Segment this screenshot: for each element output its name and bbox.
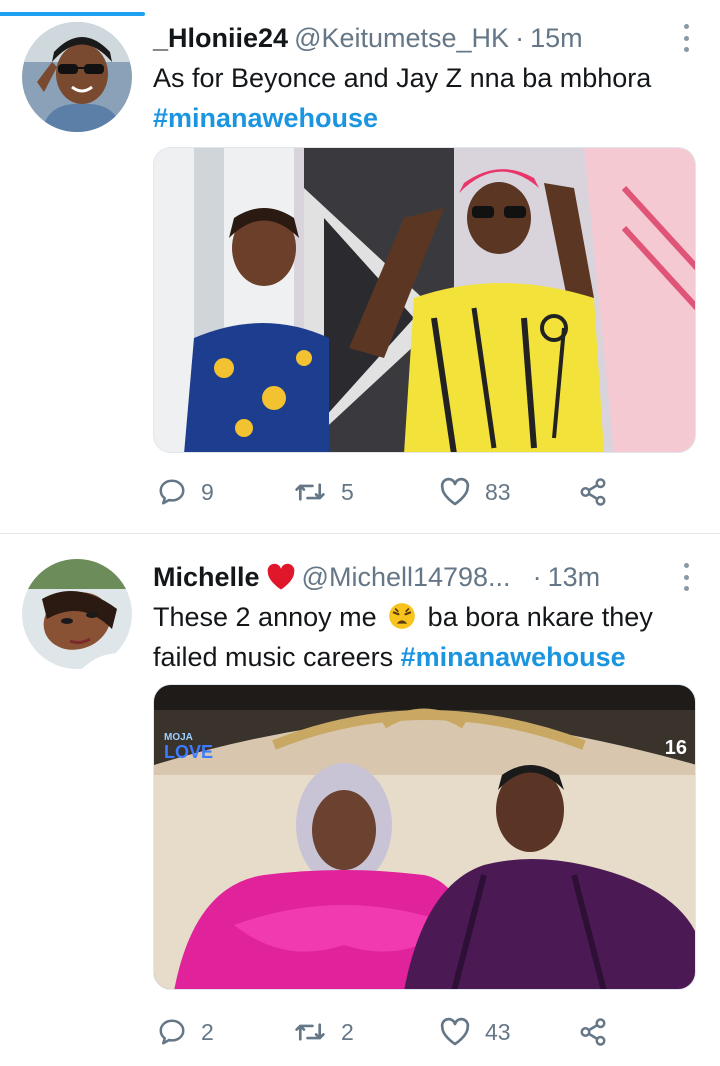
reply-button[interactable]: 2 xyxy=(157,1017,214,1047)
tweet[interactable]: _Hloniie24 @Keitumetse_HK · 15m As for B… xyxy=(0,0,720,534)
channel-logo: MOJA LOVE xyxy=(164,733,214,762)
like-count: 43 xyxy=(485,1018,511,1045)
tweet-actions: 9 5 83 xyxy=(153,472,633,512)
weary-face-icon xyxy=(389,603,415,629)
separator-dot: · xyxy=(515,22,525,53)
tweet-actions: 2 2 43 xyxy=(153,1012,633,1052)
age-rating-badge: 16 xyxy=(664,737,687,759)
reply-button[interactable]: 9 xyxy=(157,477,214,507)
tweet-text-line: These 2 annoy me ba bora nkare they xyxy=(153,597,696,637)
tweet-text-segment: These 2 annoy me xyxy=(153,602,377,632)
retweet-icon xyxy=(295,483,325,501)
retweet-count: 5 xyxy=(341,478,354,505)
display-name[interactable]: _Hloniie24 xyxy=(153,23,288,54)
tweet[interactable]: Michelle @Michell14798... · 13m These 2 … xyxy=(0,535,720,1066)
tweet-text: These 2 annoy me ba bora nkare they fail… xyxy=(153,597,696,677)
channel-logo-bottom: LOVE xyxy=(164,742,214,762)
hashtag-link[interactable]: #minanawehouse xyxy=(401,642,626,672)
more-icon[interactable] xyxy=(682,563,690,591)
share-button[interactable] xyxy=(578,1017,608,1047)
like-button[interactable]: 83 xyxy=(439,477,511,507)
tweet-text-line: failed music careers #minanawehouse xyxy=(153,637,696,677)
tweet-media-image[interactable] xyxy=(153,147,696,453)
tweet-divider xyxy=(0,533,720,534)
avatar[interactable] xyxy=(22,559,132,669)
more-icon[interactable] xyxy=(682,24,690,52)
tweet-text-segment: failed music careers xyxy=(153,642,394,672)
like-icon xyxy=(440,477,470,506)
retweet-button[interactable]: 5 xyxy=(293,477,354,507)
timestamp[interactable]: 13m xyxy=(548,562,601,593)
like-button[interactable]: 43 xyxy=(439,1017,511,1047)
red-heart-icon xyxy=(267,563,294,590)
reply-icon xyxy=(159,1019,185,1045)
separator-dot: · xyxy=(532,561,542,592)
like-count: 83 xyxy=(485,478,511,505)
user-handle[interactable]: @Michell14798... xyxy=(302,562,511,593)
share-icon xyxy=(580,1018,606,1046)
retweet-button[interactable]: 2 xyxy=(293,1017,354,1047)
share-button[interactable] xyxy=(578,477,608,507)
display-name[interactable]: Michelle xyxy=(153,562,260,593)
tweet-header: _Hloniie24 @Keitumetse_HK · 15m xyxy=(153,18,696,58)
reply-icon xyxy=(159,479,185,505)
tweet-header: Michelle @Michell14798... · 13m xyxy=(153,557,696,597)
user-handle[interactable]: @Keitumetse_HK xyxy=(294,23,509,54)
reply-count: 9 xyxy=(201,478,214,505)
tweet-text-segment: ba bora nkare they xyxy=(427,602,653,632)
hashtag-link[interactable]: #minanawehouse xyxy=(153,98,696,138)
retweet-count: 2 xyxy=(341,1018,354,1045)
like-icon xyxy=(440,1017,470,1046)
tweet-text-line: As for Beyonce and Jay Z nna ba mbhora xyxy=(153,63,652,93)
avatar[interactable] xyxy=(22,22,132,132)
tweet-text: As for Beyonce and Jay Z nna ba mbhora #… xyxy=(153,58,696,138)
tweet-media-image[interactable]: MOJA LOVE 16 xyxy=(153,684,696,990)
timestamp[interactable]: 15m xyxy=(530,23,583,54)
share-icon xyxy=(580,478,606,506)
reply-count: 2 xyxy=(201,1018,214,1045)
retweet-icon xyxy=(295,1023,325,1041)
